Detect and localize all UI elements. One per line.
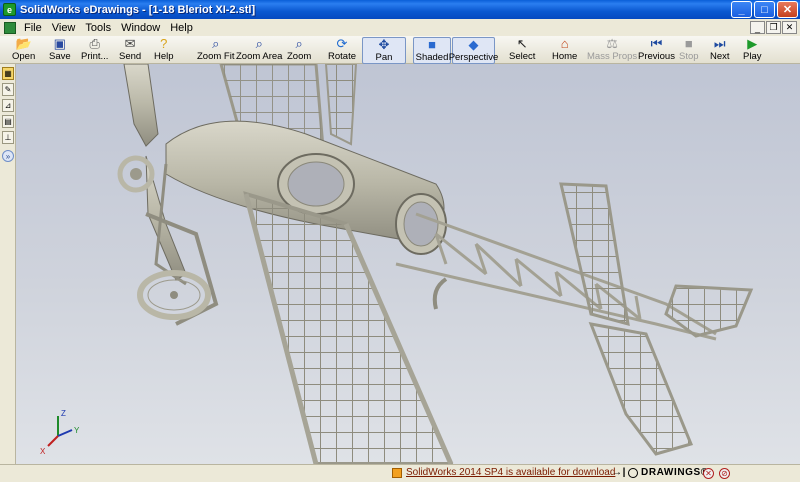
- next-icon: ⏭: [713, 36, 726, 51]
- pan-arrows-icon: ✥: [378, 37, 390, 52]
- measure-icon[interactable]: ⊿: [2, 99, 14, 112]
- window-title: SolidWorks eDrawings - [1-18 Bleriot XI-…: [20, 3, 256, 16]
- menu-window[interactable]: Window: [116, 22, 165, 34]
- save-button[interactable]: ▣ Save: [49, 37, 71, 64]
- sheets-icon[interactable]: ▤: [2, 115, 14, 128]
- select-button[interactable]: ↖ Select: [509, 37, 535, 64]
- play-button[interactable]: ▶ Play: [743, 37, 761, 64]
- scale-icon: ⚖: [606, 36, 618, 51]
- edrawings-window: e SolidWorks eDrawings - [1-18 Bleriot X…: [0, 0, 800, 482]
- edrawings-brand: →| DRAWINGS®: [612, 467, 709, 478]
- components-tab-icon[interactable]: ▦: [2, 67, 14, 80]
- rotate-button[interactable]: ⟳ Rotate: [328, 37, 356, 64]
- doc-close-button[interactable]: ✕: [782, 21, 797, 34]
- edrawings-app-icon[interactable]: e: [3, 3, 16, 16]
- send-button[interactable]: ✉ Send: [119, 37, 141, 64]
- shaded-cube-icon: ■: [428, 37, 436, 52]
- update-available-link[interactable]: SolidWorks 2014 SP4 is available for dow…: [392, 467, 615, 478]
- status-cancel-icon[interactable]: ⊘: [719, 468, 730, 479]
- help-button[interactable]: ? Help: [154, 37, 174, 64]
- rudder: [588, 322, 694, 456]
- document-icon[interactable]: [4, 21, 16, 34]
- stamp-icon[interactable]: ⊥: [2, 131, 14, 144]
- printer-icon: ⎙: [89, 36, 100, 51]
- home-button[interactable]: ⌂ Home: [552, 37, 577, 64]
- menu-view[interactable]: View: [47, 22, 81, 34]
- stop-icon: ■: [684, 36, 693, 51]
- menu-bar: File View Tools Window Help _ ❐ ✕: [0, 19, 800, 36]
- open-folder-icon: 📂: [15, 36, 32, 51]
- brand-logo-icon: [628, 467, 638, 478]
- doc-restore-button[interactable]: ❐: [766, 21, 781, 34]
- envelope-icon: ✉: [124, 36, 136, 51]
- status-bar: SolidWorks 2014 SP4 is available for dow…: [0, 464, 800, 482]
- zoom-fit-icon: ⌕: [212, 36, 220, 51]
- zoom-button[interactable]: ⌕ Zoom: [287, 37, 311, 64]
- main-toolbar: 📂 Open ▣ Save ⎙ Print... ✉ Send ? Help ⌕…: [0, 36, 800, 64]
- perspective-cube-icon: ◆: [468, 37, 479, 52]
- save-disk-icon: ▣: [53, 36, 66, 51]
- expand-panel-icon[interactable]: »: [2, 150, 14, 162]
- previous-icon: ⏮: [650, 36, 663, 51]
- help-icon: ?: [160, 36, 168, 51]
- maximize-button[interactable]: □: [754, 1, 775, 18]
- mass-props-button[interactable]: ⚖ Mass Props: [587, 37, 637, 64]
- status-error-icon[interactable]: ✕: [703, 468, 714, 479]
- brand-arrow-icon: →|: [612, 467, 626, 478]
- zoom-magnifier-icon: ⌕: [295, 36, 303, 51]
- open-button[interactable]: 📂 Open: [12, 37, 35, 64]
- play-icon: ▶: [747, 36, 758, 51]
- home-icon: ⌂: [560, 36, 569, 51]
- previous-button[interactable]: ⏮ Previous: [638, 37, 675, 64]
- minimize-button[interactable]: _: [731, 1, 752, 18]
- zoom-fit-button[interactable]: ⌕ Zoom Fit: [197, 37, 234, 64]
- print-button[interactable]: ⎙ Print...: [81, 37, 108, 64]
- axis-triad: Z Y X: [40, 409, 80, 456]
- next-button[interactable]: ⏭ Next: [710, 37, 730, 64]
- close-button[interactable]: ✕: [777, 1, 798, 18]
- model-viewport[interactable]: Z Y X: [16, 64, 800, 464]
- zoom-area-button[interactable]: ⌕ Zoom Area: [236, 37, 282, 64]
- perspective-button[interactable]: ◆ Perspective: [449, 37, 498, 64]
- left-side-panel-bar: ▦ ✎ ⊿ ▤ ⊥ »: [0, 64, 16, 464]
- axis-y-label: Y: [74, 426, 80, 435]
- bleriot-model-render: Z Y X: [40, 64, 754, 464]
- markup-pencil-icon[interactable]: ✎: [2, 83, 14, 96]
- menu-tools[interactable]: Tools: [80, 22, 116, 34]
- update-warning-icon: [392, 467, 402, 478]
- pan-button[interactable]: ✥ Pan: [362, 37, 406, 64]
- axis-x-label: X: [40, 447, 46, 456]
- doc-minimize-button[interactable]: _: [750, 21, 765, 34]
- shaded-button[interactable]: ■ Shaded: [413, 37, 451, 64]
- stop-button[interactable]: ■ Stop: [679, 37, 699, 64]
- axis-z-label: Z: [61, 409, 66, 418]
- menu-file[interactable]: File: [19, 22, 47, 34]
- title-bar[interactable]: e SolidWorks eDrawings - [1-18 Bleriot X…: [0, 0, 800, 19]
- zoom-area-icon: ⌕: [255, 36, 263, 51]
- rotate-icon: ⟳: [336, 36, 348, 51]
- select-cursor-icon: ↖: [516, 36, 528, 51]
- menu-help[interactable]: Help: [165, 22, 198, 34]
